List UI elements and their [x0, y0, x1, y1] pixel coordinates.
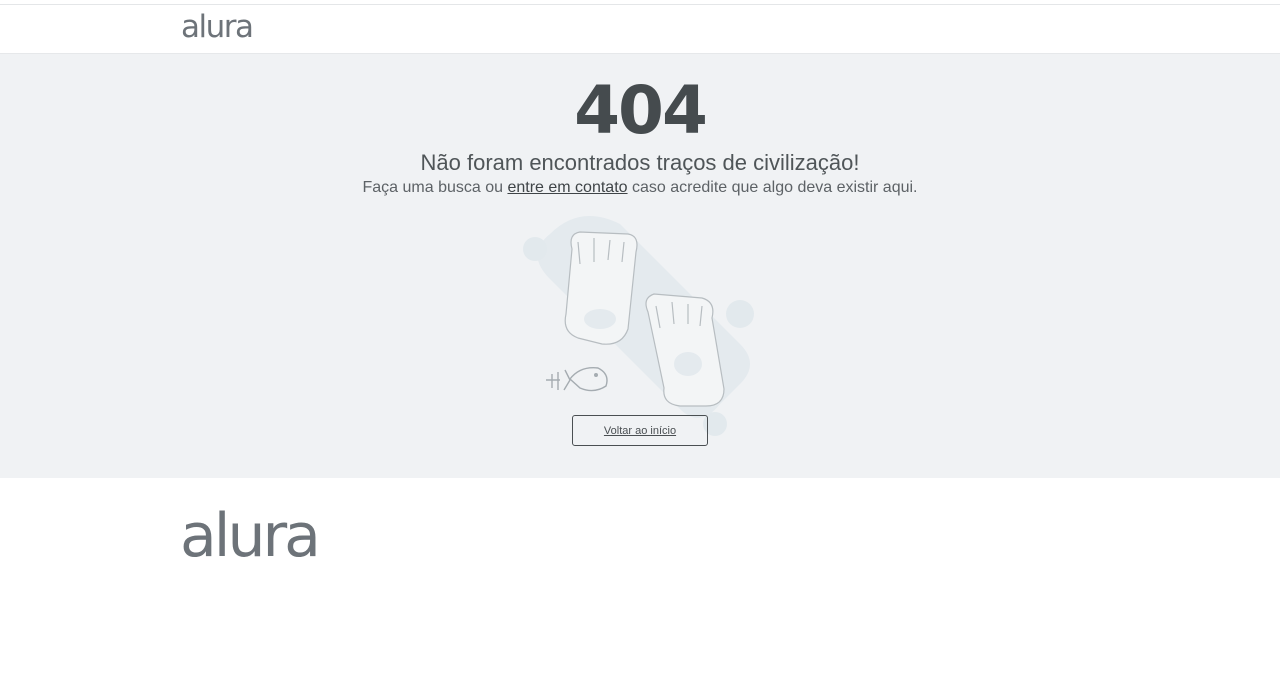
- subtitle-text-before: Faça uma busca ou: [362, 179, 508, 196]
- error-title: Não foram encontrados traços de civiliza…: [420, 150, 860, 175]
- site-footer: alura: [0, 478, 1280, 697]
- alura-logo[interactable]: alura: [181, 7, 254, 47]
- subtitle-text-after: caso acredite que algo deva existir aqui…: [627, 179, 918, 196]
- error-section: 404 Não foram encontrados traços de civi…: [0, 54, 1280, 478]
- contact-link[interactable]: entre em contato: [507, 179, 627, 196]
- back-to-home-button[interactable]: Voltar ao início: [572, 415, 708, 446]
- footprints-illustration-icon: [523, 216, 754, 436]
- error-code: 404: [574, 72, 708, 149]
- site-header: alura: [0, 5, 1280, 54]
- alura-footer-logo[interactable]: alura: [180, 500, 321, 572]
- error-subtitle: Faça uma busca ou entre em contato caso …: [0, 179, 1280, 197]
